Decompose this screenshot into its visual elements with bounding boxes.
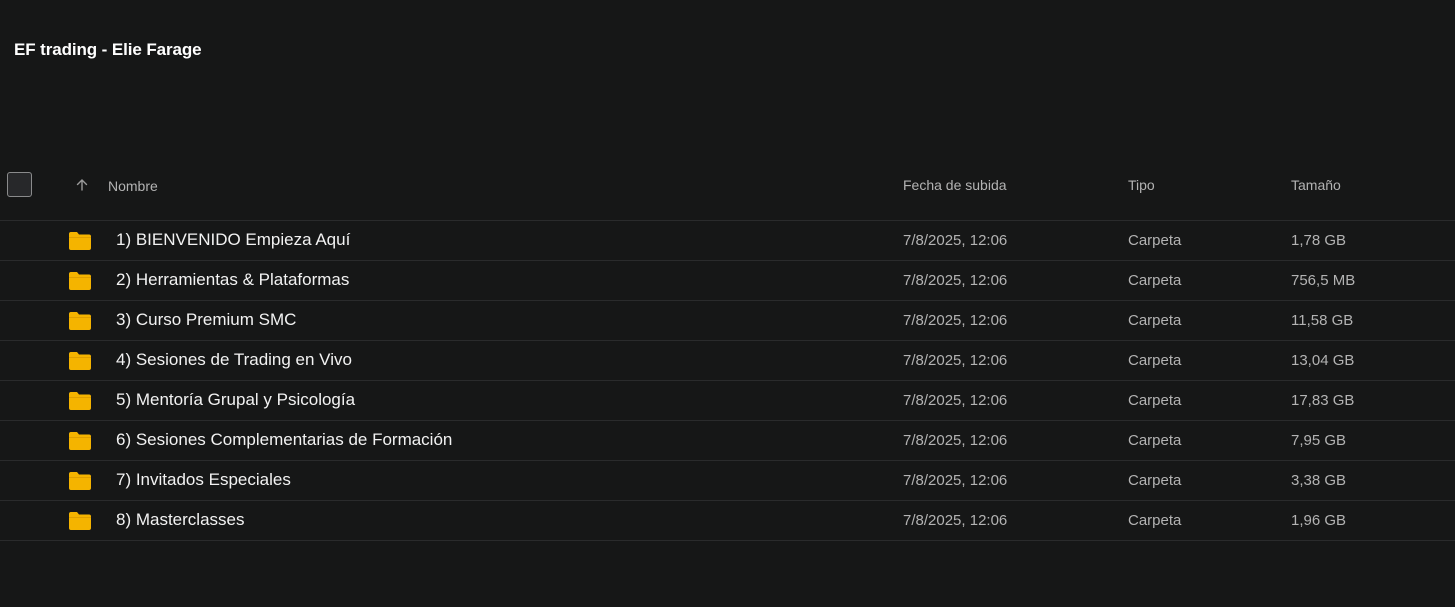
- table-row[interactable]: 4) Sesiones de Trading en Vivo 7/8/2025,…: [0, 341, 1455, 381]
- item-size: 3,38 GB: [1291, 472, 1347, 489]
- file-browser-page: EF trading - Elie Farage Nombre Fecha de…: [0, 0, 1455, 607]
- folder-icon: [69, 432, 91, 450]
- item-size: 13,04 GB: [1291, 352, 1355, 369]
- folder-name[interactable]: 3) Curso Premium SMC: [116, 310, 296, 330]
- table-row[interactable]: 7) Invitados Especiales 7/8/2025, 12:06 …: [0, 461, 1455, 501]
- upload-date: 7/8/2025, 12:06: [903, 272, 1008, 289]
- item-type: Carpeta: [1128, 472, 1182, 489]
- item-size: 1,96 GB: [1291, 512, 1347, 529]
- upload-date: 7/8/2025, 12:06: [903, 432, 1008, 449]
- item-size: 1,78 GB: [1291, 232, 1347, 249]
- folder-name[interactable]: 7) Invitados Especiales: [116, 470, 291, 490]
- item-size: 11,58 GB: [1291, 312, 1354, 329]
- item-type: Carpeta: [1128, 232, 1182, 249]
- arrow-up-icon[interactable]: [74, 177, 90, 193]
- folder-name[interactable]: 1) BIENVENIDO Empieza Aquí: [116, 230, 350, 250]
- column-header-name[interactable]: Nombre: [108, 178, 158, 194]
- table-row[interactable]: 3) Curso Premium SMC 7/8/2025, 12:06 Car…: [0, 301, 1455, 341]
- folder-icon: [69, 232, 91, 250]
- item-type: Carpeta: [1128, 392, 1182, 409]
- item-type: Carpeta: [1128, 312, 1182, 329]
- table-row[interactable]: 1) BIENVENIDO Empieza Aquí 7/8/2025, 12:…: [0, 221, 1455, 261]
- item-type: Carpeta: [1128, 432, 1182, 449]
- folder-name[interactable]: 8) Masterclasses: [116, 510, 244, 530]
- upload-date: 7/8/2025, 12:06: [903, 312, 1008, 329]
- item-type: Carpeta: [1128, 512, 1182, 529]
- upload-date: 7/8/2025, 12:06: [903, 472, 1008, 489]
- table-row[interactable]: 2) Herramientas & Plataformas 7/8/2025, …: [0, 261, 1455, 301]
- item-size: 756,5 MB: [1291, 272, 1356, 289]
- item-type: Carpeta: [1128, 352, 1182, 369]
- item-size: 17,83 GB: [1291, 392, 1355, 409]
- file-table: Nombre Fecha de subida Tipo Tamaño 1) BI…: [0, 150, 1455, 541]
- folder-icon: [69, 512, 91, 530]
- upload-date: 7/8/2025, 12:06: [903, 512, 1008, 529]
- folder-icon: [69, 272, 91, 290]
- folder-name[interactable]: 4) Sesiones de Trading en Vivo: [116, 350, 352, 370]
- folder-name[interactable]: 2) Herramientas & Plataformas: [116, 270, 349, 290]
- column-header-type[interactable]: Tipo: [1128, 177, 1155, 193]
- folder-icon: [69, 392, 91, 410]
- page-title: EF trading - Elie Farage: [14, 40, 202, 59]
- select-all-checkbox[interactable]: [7, 172, 32, 197]
- table-header: Nombre Fecha de subida Tipo Tamaño: [0, 150, 1455, 221]
- upload-date: 7/8/2025, 12:06: [903, 232, 1008, 249]
- folder-name[interactable]: 5) Mentoría Grupal y Psicología: [116, 390, 355, 410]
- upload-date: 7/8/2025, 12:06: [903, 392, 1008, 409]
- table-row[interactable]: 6) Sesiones Complementarias de Formación…: [0, 421, 1455, 461]
- item-size: 7,95 GB: [1291, 432, 1347, 449]
- item-type: Carpeta: [1128, 272, 1182, 289]
- table-row[interactable]: 8) Masterclasses 7/8/2025, 12:06 Carpeta…: [0, 501, 1455, 541]
- upload-date: 7/8/2025, 12:06: [903, 352, 1008, 369]
- folder-name[interactable]: 6) Sesiones Complementarias de Formación: [116, 430, 452, 450]
- folder-icon: [69, 312, 91, 330]
- folder-icon: [69, 352, 91, 370]
- table-body: 1) BIENVENIDO Empieza Aquí 7/8/2025, 12:…: [0, 221, 1455, 541]
- folder-icon: [69, 472, 91, 490]
- table-row[interactable]: 5) Mentoría Grupal y Psicología 7/8/2025…: [0, 381, 1455, 421]
- column-header-size[interactable]: Tamaño: [1291, 177, 1341, 193]
- column-header-date[interactable]: Fecha de subida: [903, 177, 1007, 193]
